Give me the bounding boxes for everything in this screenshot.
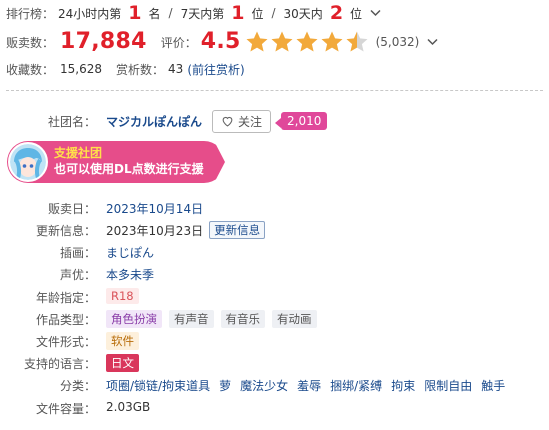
voice-actor-label: 声优： [59, 268, 96, 282]
ranking-24h-number: 1 [128, 1, 142, 24]
reviews-link[interactable]: (前往赏析) [187, 61, 244, 78]
reviews-count: 43 [168, 62, 184, 76]
file-size-label: 文件容量： [35, 402, 96, 416]
genre-link[interactable]: 羞辱 [297, 377, 321, 394]
circle-label: 社团名： [47, 115, 96, 129]
ranking-separator: / [168, 6, 173, 20]
release-date-label: 贩卖日： [47, 202, 96, 216]
favorites-count: 15,628 [60, 62, 103, 76]
star-icon [271, 31, 293, 52]
ranking-separator: / [271, 6, 276, 20]
work-type-label: 作品类型： [35, 313, 96, 327]
file-format-label: 文件形式： [35, 335, 96, 349]
circle-name-link[interactable]: マジカルぽんぽん [106, 113, 202, 130]
rating-stars [245, 30, 370, 54]
genre-list: 项圈/锁链/拘束道具 萝 魔法少女 羞辱 捆绑/紧缚 拘束 限制自由 触手 [106, 377, 514, 394]
favorites-label: 收藏数： [6, 62, 55, 77]
work-type-tag[interactable]: 有声音 [169, 310, 214, 328]
ranking-30d-prefix: 30天内 [283, 6, 323, 21]
sales-row: 贩卖数： 17,884 评价： 4.5 (5,032) [6, 28, 438, 56]
work-type-tag[interactable]: 有动画 [272, 310, 317, 328]
ranking-7d-number: 1 [231, 1, 245, 24]
age-rating-badge[interactable]: R18 [106, 288, 139, 304]
follow-label: 关注 [238, 114, 263, 129]
release-date-link[interactable]: 2023年10月14日 [106, 200, 203, 217]
file-size-value: 2.03GB [106, 400, 151, 414]
illustrator-link[interactable]: まじぽん [106, 244, 154, 261]
update-row: 2023年10月23日 更新信息 [106, 221, 266, 239]
ranking-7d-prefix: 7天内第 [180, 6, 225, 21]
ranking-30d-number: 2 [329, 1, 344, 24]
chevron-down-icon[interactable] [370, 6, 381, 20]
genre-link[interactable]: 限制自由 [424, 377, 472, 394]
ranking-label: 排行榜： [6, 6, 55, 21]
genre-label: 分类： [59, 379, 96, 393]
age-rating-label: 年龄指定： [35, 291, 96, 305]
star-icon [321, 31, 343, 52]
star-icon [296, 31, 318, 52]
reviews-label: 赏析数： [116, 62, 165, 77]
update-date: 2023年10月23日 [106, 223, 204, 238]
dashed-divider [6, 90, 543, 91]
ranking-7d-suffix: 位 [251, 6, 264, 21]
illustrator-label: 插画： [59, 246, 96, 260]
genre-link[interactable]: 魔法少女 [240, 377, 288, 394]
update-label: 更新信息： [35, 224, 96, 238]
follow-button[interactable]: 关注 [212, 109, 272, 133]
ranking-24h-prefix: 24小时内第 [58, 6, 122, 21]
ranking-30d-suffix: 位 [350, 6, 363, 21]
heart-icon [222, 116, 233, 127]
avatar [8, 142, 48, 182]
support-subtitle: 也可以使用DL点数进行支援 [54, 162, 204, 176]
work-type-tag[interactable]: 有音乐 [220, 310, 265, 328]
ranking-row: 排行榜： 24小时内第 1 名 / 7天内第 1 位 / 30天内 2 位 [6, 2, 381, 24]
follower-count-badge: 2,010 [274, 112, 328, 130]
sales-label: 贩卖数： [6, 35, 55, 50]
rating-count: (5,032) [375, 35, 420, 49]
rating-label: 评价： [160, 35, 197, 50]
support-text: 支援社团 也可以使用DL点数进行支援 [54, 146, 204, 177]
genre-link[interactable]: 捆绑/紧缚 [330, 377, 382, 394]
half-star-icon [346, 31, 368, 52]
file-format-tag[interactable]: 软件 [106, 332, 139, 350]
work-type-tags: 角色扮演 有声音 有音乐 有动画 [106, 310, 324, 328]
favorites-row: 收藏数： 15,628 赏析数： 43 (前往赏析) [6, 59, 245, 79]
language-tag[interactable]: 日文 [106, 354, 139, 372]
work-type-tag[interactable]: 角色扮演 [106, 310, 162, 328]
voice-actor-link[interactable]: 本多未季 [106, 266, 154, 283]
support-circle-banner[interactable]: 支援社团 也可以使用DL点数进行支援 [7, 141, 225, 183]
support-title: 支援社团 [54, 146, 103, 161]
genre-link[interactable]: 萝 [219, 377, 231, 394]
genre-link[interactable]: 项圈/锁链/拘束道具 [106, 377, 210, 394]
genre-link[interactable]: 触手 [481, 377, 505, 394]
ranking-24h-suffix: 名 [148, 6, 161, 21]
sales-count: 17,884 [60, 29, 147, 54]
circle-row: マジカルぽんぽん 关注 2,010 [106, 109, 328, 133]
genre-link[interactable]: 拘束 [391, 377, 415, 394]
age-rating-row: R18 [106, 288, 146, 304]
update-info-button[interactable]: 更新信息 [209, 221, 266, 239]
language-row: 日文 [106, 354, 146, 372]
rating-value: 4.5 [200, 29, 241, 54]
chevron-down-icon[interactable] [427, 35, 438, 49]
language-label: 支持的语言： [23, 357, 96, 371]
file-format-row: 软件 [106, 332, 146, 350]
star-icon [246, 31, 268, 52]
